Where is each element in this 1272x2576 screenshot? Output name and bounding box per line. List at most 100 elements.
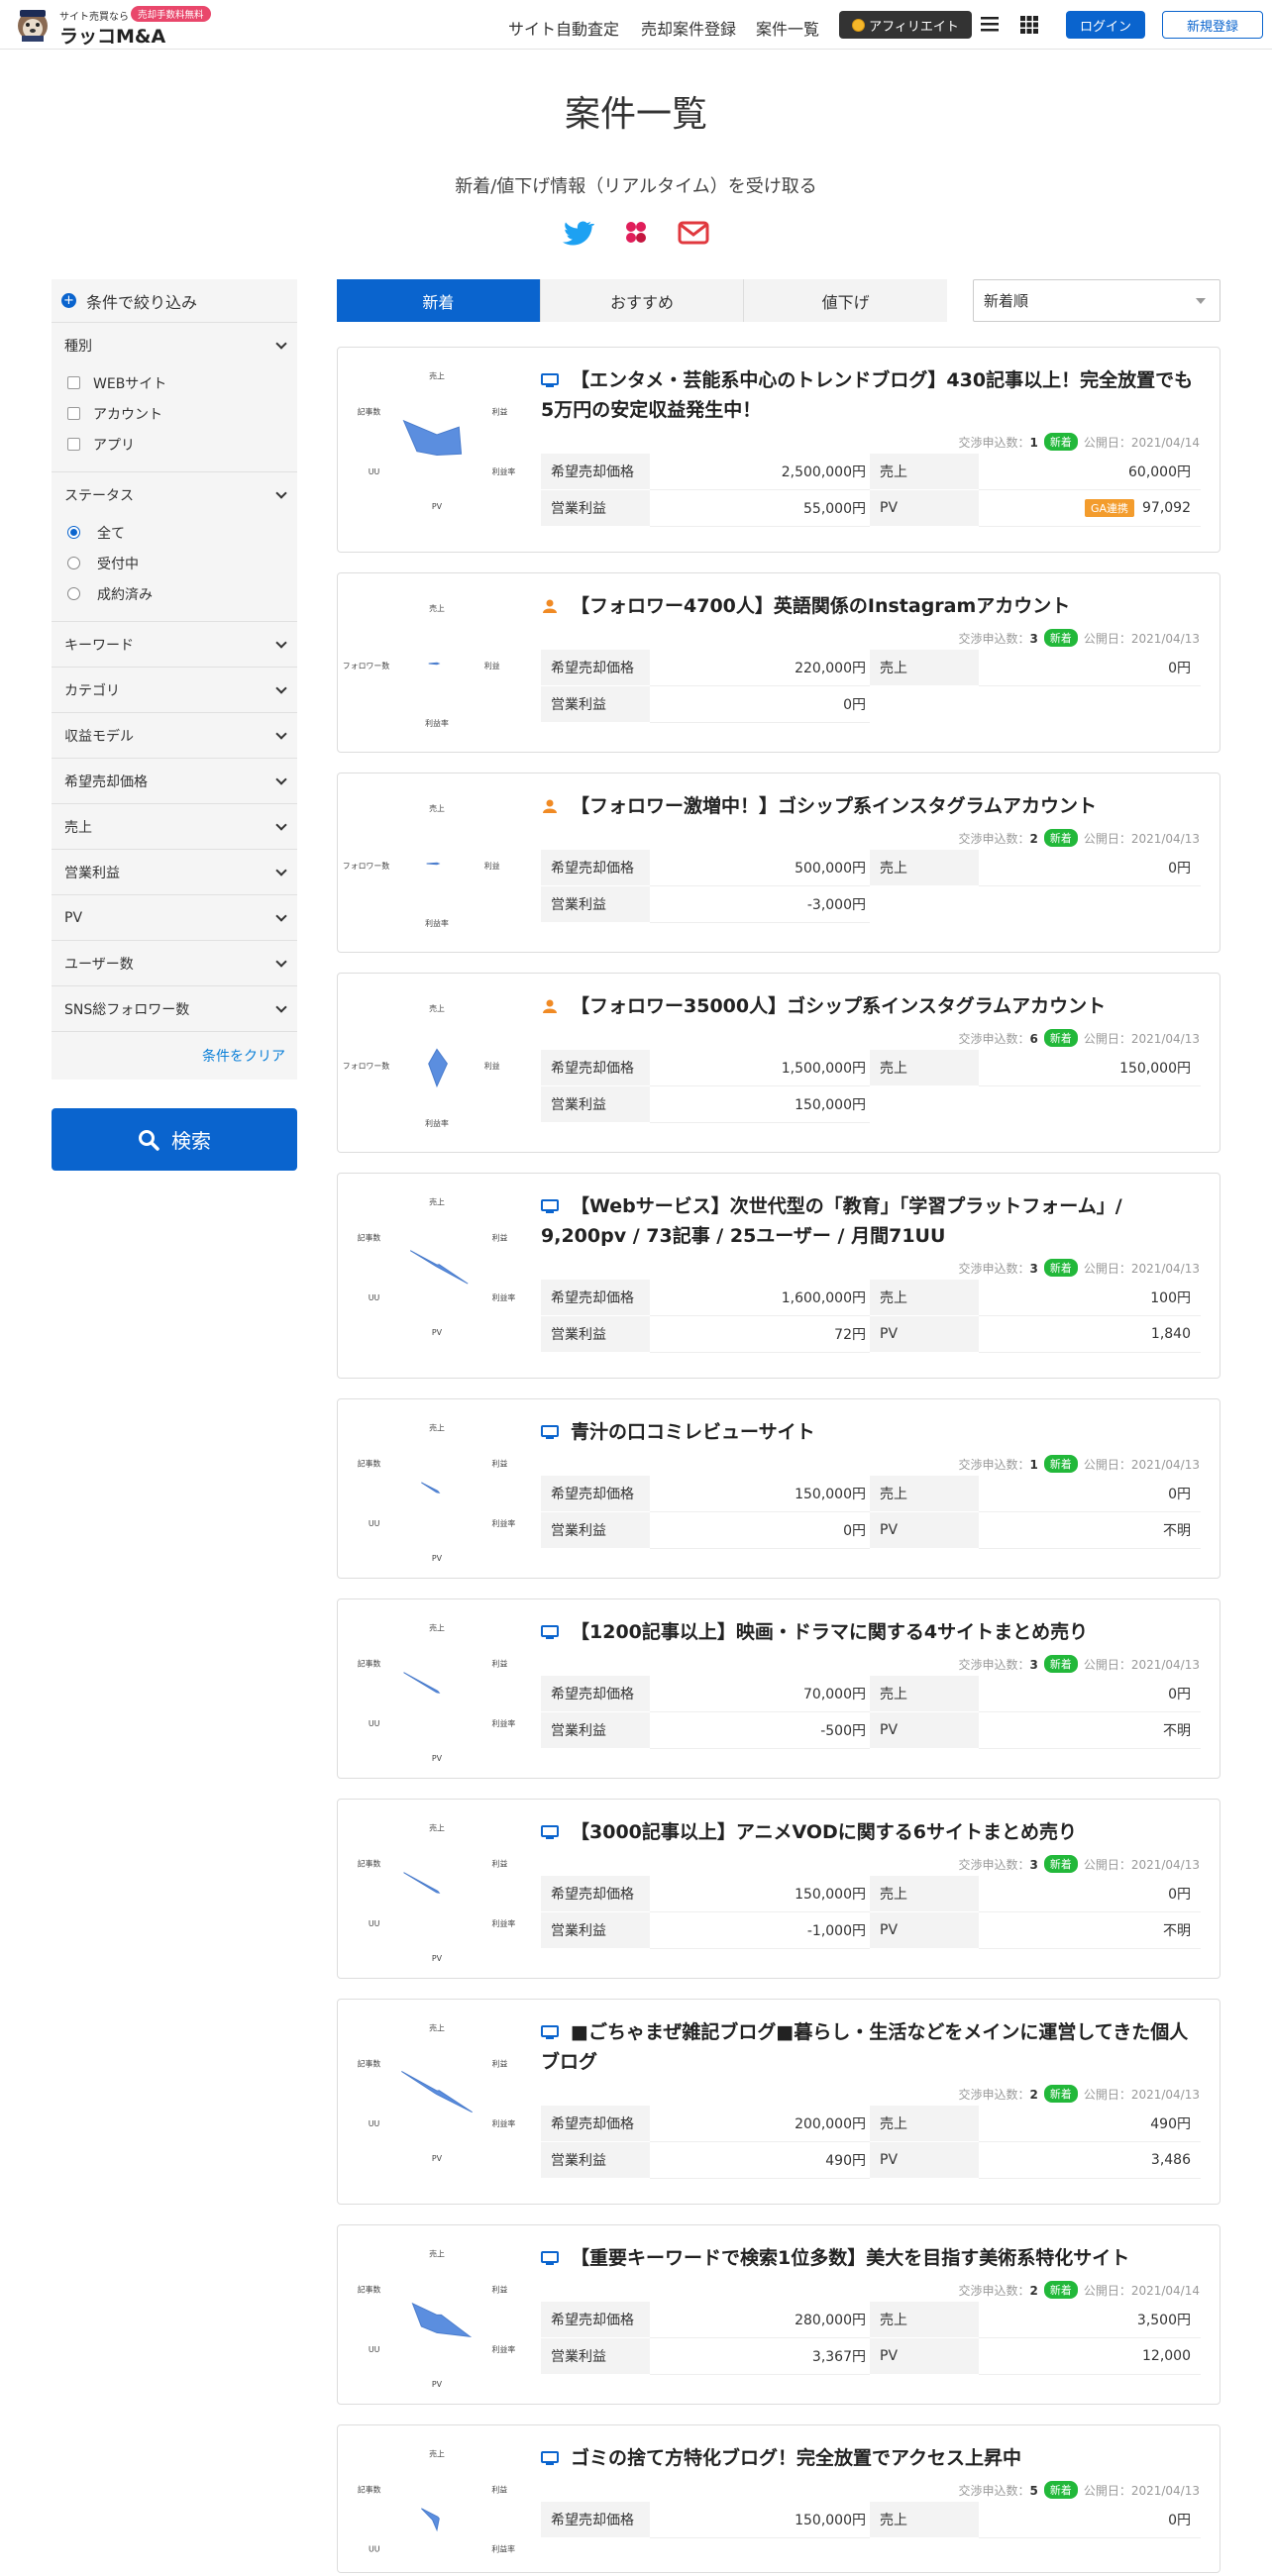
- listing-title-link[interactable]: 【1200記事以上】映画・ドラマに関する4サイトまとめ売り: [541, 1617, 1196, 1647]
- listing-card[interactable]: 売上 利益 利益率 PV UU 記事数 【エンタメ・芸能系中心のトレンドブログ】430記事以…: [337, 347, 1220, 553]
- listing-title-link[interactable]: 青汁の口コミレビューサイト: [541, 1417, 1196, 1447]
- profit-value: -1,000円: [650, 1912, 870, 1949]
- filter-keyword-toggle[interactable]: キーワード: [52, 622, 297, 667]
- radio-button[interactable]: [67, 557, 80, 569]
- apps-grid-icon[interactable]: [1020, 16, 1038, 34]
- radar-axis-label: フォロワー数: [343, 1061, 390, 1071]
- status-option-open[interactable]: 受付中: [52, 548, 297, 578]
- filter-users-toggle[interactable]: ユーザー数: [52, 941, 297, 985]
- listing-card[interactable]: 売上 利益 利益率 PV UU 記事数 【3000記事以上】アニメVODに関する6サイトまと…: [337, 1799, 1220, 1979]
- listing-card[interactable]: 売上 利益 利益率 フォロワー数 【フォロワー激増中！】ゴシップ系インスタグラムアカウン…: [337, 773, 1220, 953]
- new-badge: 新着: [1043, 629, 1078, 647]
- sort-select[interactable]: 新着順: [973, 279, 1220, 322]
- pv-cell: 不明: [979, 1712, 1201, 1749]
- radar-chart: 売上利益利益率 PV UU 記事数: [338, 1174, 536, 1378]
- radar-axis-label: 売上: [429, 803, 445, 813]
- radar-axis-label: PV: [432, 2154, 443, 2163]
- search-button[interactable]: 検索: [52, 1108, 297, 1171]
- new-badge: 新着: [1043, 1259, 1078, 1277]
- listing-card[interactable]: 売上 利益 利益率 フォロワー数 【フォロワー35000人】ゴシップ系インスタグラムアカ…: [337, 973, 1220, 1153]
- twitter-icon[interactable]: [561, 216, 594, 250]
- listing-title-link[interactable]: 【フォロワー35000人】ゴシップ系インスタグラムアカウント: [541, 991, 1196, 1021]
- radar-axis-label: UU: [369, 1719, 380, 1728]
- listing-title-link[interactable]: 【Webサービス】次世代型の「教育」「学習プラットフォーム」/ 9,200pv …: [541, 1191, 1196, 1251]
- filter-category-toggle[interactable]: カテゴリ: [52, 668, 297, 712]
- clear-filters-link[interactable]: 条件をクリア: [52, 1032, 297, 1080]
- filter-type-toggle[interactable]: 種別: [52, 323, 297, 367]
- site-logo[interactable]: サイト売買なら 売却手数料無料 ラッコM&A: [14, 4, 222, 48]
- radar-axis-label: PV: [432, 1954, 443, 1963]
- listing-title-link[interactable]: ゴミの捨て方特化ブログ！完全放置でアクセス上昇中: [541, 2443, 1196, 2473]
- type-option-web[interactable]: WEBサイト: [52, 367, 297, 398]
- listing-stats-table: 希望売却価格 200,000円 売上 490円 営業利益 490円 PV 3,486: [541, 2106, 1201, 2179]
- listing-tabs: 新着 おすすめ 値下げ: [337, 279, 948, 322]
- nav-site-appraisal[interactable]: サイト自動査定: [508, 16, 619, 40]
- sales-label: 売上: [870, 850, 979, 886]
- listing-card[interactable]: 売上 利益 利益率 PV UU 記事数 青汁の口コミレビューサイト 交渉申込数：1 新着 公開日：…: [337, 1398, 1220, 1579]
- listing-title-link[interactable]: 【エンタメ・芸能系中心のトレンドブログ】430記事以上！完全放置でも5万円の安定…: [541, 365, 1196, 425]
- listing-title-link[interactable]: 【フォロワー4700人】英語関係のInstagramアカウント: [541, 591, 1196, 621]
- filter-status-toggle[interactable]: ステータス: [52, 472, 297, 517]
- filter-pv-toggle[interactable]: PV: [52, 895, 297, 940]
- type-option-label: WEBサイト: [93, 375, 167, 392]
- register-button[interactable]: 新規登録: [1162, 11, 1263, 39]
- pv-label: PV: [870, 2338, 979, 2375]
- sales-value: 0円: [979, 1476, 1201, 1512]
- slack-icon[interactable]: [619, 216, 653, 250]
- radar-axis-label: 記事数: [358, 2285, 381, 2295]
- tab-new[interactable]: 新着: [337, 279, 541, 322]
- nav-listings[interactable]: 案件一覧: [756, 16, 819, 40]
- hamburger-menu-icon[interactable]: [981, 16, 999, 32]
- chevron-down-icon: [275, 727, 287, 740]
- radio-button[interactable]: [67, 526, 80, 539]
- listing-card[interactable]: 売上 利益 利益率 PV UU 記事数 【1200記事以上】映画・ドラマに関する4サイトまと…: [337, 1598, 1220, 1779]
- listing-title-link[interactable]: 【3000記事以上】アニメVODに関する6サイトまとめ売り: [541, 1817, 1196, 1847]
- listing-title-link[interactable]: ■ごちゃまぜ雑記ブログ■暮らし・生活などをメインに運営してきた個人ブログ: [541, 2017, 1196, 2077]
- listing-stats-table: 希望売却価格 2,500,000円 売上 60,000円 営業利益 55,000円 PV GA…: [541, 454, 1201, 527]
- price-label: 希望売却価格: [541, 1876, 650, 1912]
- mail-icon[interactable]: [677, 216, 710, 250]
- filter-heading: + 条件で絞り込み: [52, 279, 297, 323]
- tab-recommended[interactable]: おすすめ: [540, 279, 745, 322]
- filter-sns-followers-toggle[interactable]: SNS総フォロワー数: [52, 986, 297, 1031]
- price-label: 希望売却価格: [541, 850, 650, 886]
- listing-card[interactable]: 売上 利益 利益率 PV UU 記事数 【重要キーワードで検索1位多数】美大を目指す美術系特…: [337, 2224, 1220, 2405]
- listing-title-link[interactable]: 【重要キーワードで検索1位多数】美大を目指す美術系特化サイト: [541, 2243, 1196, 2273]
- listing-title-link[interactable]: 【フォロワー激増中！】ゴシップ系インスタグラムアカウント: [541, 791, 1196, 821]
- sales-value: 150,000円: [979, 1050, 1201, 1086]
- filter-sales-section: 売上: [52, 804, 297, 850]
- status-option-all[interactable]: 全て: [52, 517, 297, 548]
- filter-sales-toggle[interactable]: 売上: [52, 804, 297, 849]
- status-option-closed[interactable]: 成約済み: [52, 578, 297, 609]
- radar-axis-label: 利益: [492, 1459, 508, 1469]
- checkbox[interactable]: [67, 407, 80, 420]
- price-value: 500,000円: [650, 850, 870, 886]
- radar-axis-label: UU: [369, 2345, 380, 2354]
- filter-category-section: カテゴリ: [52, 668, 297, 713]
- type-option-app[interactable]: アプリ: [52, 429, 297, 460]
- filter-title: PV: [64, 909, 83, 926]
- filter-price-toggle[interactable]: 希望売却価格: [52, 759, 297, 803]
- price-value: 70,000円: [650, 1676, 870, 1712]
- radio-button[interactable]: [67, 587, 80, 600]
- login-button[interactable]: ログイン: [1066, 11, 1145, 39]
- filter-revenue-model-toggle[interactable]: 収益モデル: [52, 713, 297, 758]
- negotiation-count: 交渉申込数：3: [958, 1261, 1038, 1276]
- type-option-account[interactable]: アカウント: [52, 398, 297, 429]
- affiliate-button[interactable]: アフィリエイト: [839, 11, 972, 39]
- checkbox[interactable]: [67, 438, 80, 451]
- listing-card[interactable]: 売上利益利益率PVUU記事数ゴミの捨て方特化ブログ！完全放置でアクセス上昇中交渉…: [337, 2424, 1220, 2573]
- filter-heading-label: 条件で絞り込み: [86, 292, 198, 312]
- checkbox[interactable]: [67, 376, 80, 389]
- listing-card[interactable]: 売上 利益 利益率 PV UU 記事数 【Webサービス】次世代型の「教育」「学習プラットフ…: [337, 1173, 1220, 1379]
- listing-card[interactable]: 売上 利益 利益率 PV UU 記事数 ■ごちゃまぜ雑記ブログ■暮らし・生活などをメインに運…: [337, 1999, 1220, 2205]
- filter-status-title: ステータス: [64, 487, 134, 504]
- radar-axis-label: PV: [432, 1754, 443, 1763]
- listing-meta: 交渉申込数：3 新着 公開日：2021/04/13: [958, 1655, 1200, 1673]
- nav-register-listing[interactable]: 売却案件登録: [641, 16, 736, 40]
- filter-profit-toggle[interactable]: 営業利益: [52, 850, 297, 894]
- listing-card[interactable]: 売上 利益 利益率 フォロワー数 【フォロワー4700人】英語関係のInstagramア…: [337, 572, 1220, 753]
- tab-price-drop[interactable]: 値下げ: [744, 279, 948, 322]
- radar-axis-label: 利益: [484, 861, 500, 871]
- sales-label: 売上: [870, 1050, 979, 1086]
